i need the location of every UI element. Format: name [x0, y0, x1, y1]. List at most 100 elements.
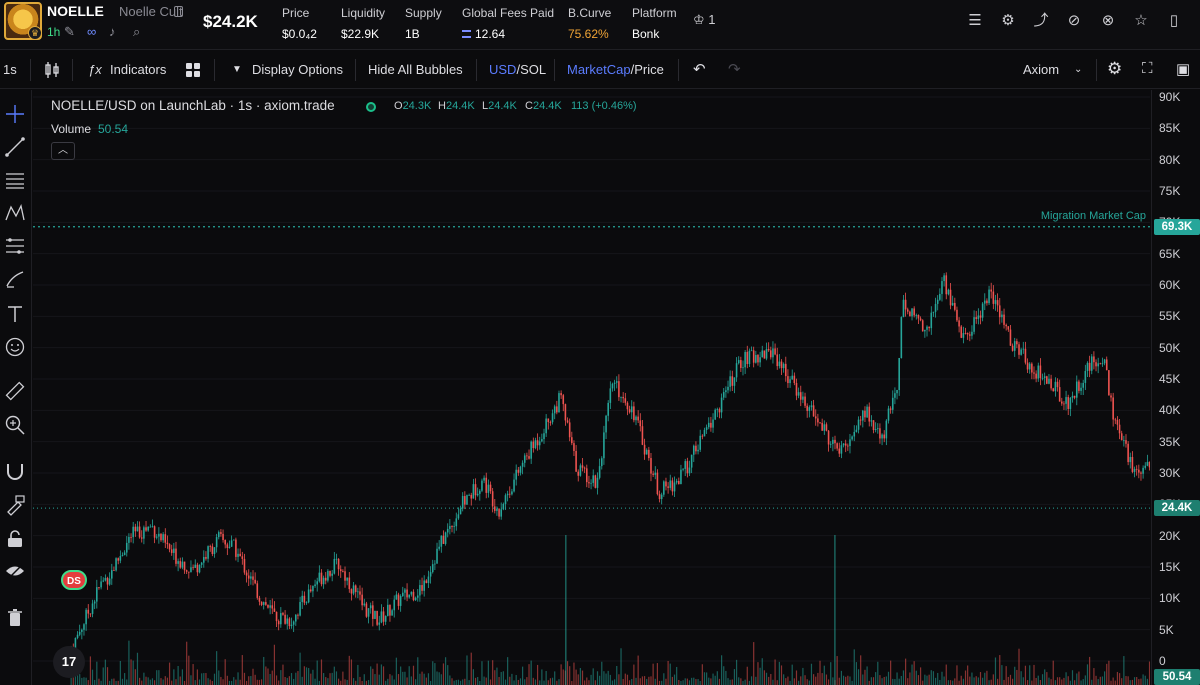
candle-body: [628, 409, 631, 413]
value-toggle[interactable]: MarketCap/Price: [567, 62, 664, 77]
undo-icon[interactable]: ↶: [693, 60, 706, 78]
volume-bar: [464, 678, 466, 685]
redo-icon[interactable]: ↷: [728, 60, 741, 78]
volume-bar: [579, 668, 581, 685]
volume-bar: [1129, 680, 1131, 685]
collapse-legend-button[interactable]: ︿: [51, 142, 75, 160]
volume-bar: [1093, 668, 1095, 685]
candle-body: [894, 393, 896, 398]
hide-icon[interactable]: ⊗: [1099, 12, 1117, 30]
price-axis[interactable]: 90K85K80K75K70K65K60K55K50K45K40K35K30K2…: [1151, 90, 1200, 685]
prediction-icon[interactable]: [4, 235, 26, 257]
volume-bar: [504, 679, 507, 685]
price-option[interactable]: /Price: [631, 62, 664, 77]
chef-hat-icon[interactable]: ✎: [64, 25, 75, 39]
text-icon[interactable]: [4, 303, 26, 325]
dev-sell-badge[interactable]: DS: [61, 570, 87, 590]
tradingview-logo[interactable]: 17: [53, 646, 85, 678]
candle-body: [200, 562, 203, 565]
toolbar-divider: [1096, 59, 1097, 81]
chart-canvas[interactable]: [33, 90, 1150, 685]
gear-icon[interactable]: ⚙: [999, 12, 1017, 30]
display-options-button[interactable]: Display Options: [252, 62, 343, 77]
candle-body: [643, 444, 646, 455]
share-icon[interactable]: ⤴: [1032, 12, 1050, 30]
tiktok-icon[interactable]: ♪: [109, 25, 116, 39]
candle-body: [164, 534, 167, 543]
zoom-in-icon[interactable]: [4, 414, 26, 436]
fullscreen-icon[interactable]: ⛶: [1142, 60, 1153, 77]
marketcap-option[interactable]: MarketCap: [567, 62, 631, 77]
volume-bar: [543, 680, 545, 685]
axis-tick: 0: [1159, 654, 1166, 668]
caret-down-icon[interactable]: ▼: [232, 64, 242, 75]
star-icon[interactable]: ☆: [1132, 12, 1150, 30]
candle-body: [911, 308, 913, 317]
list-check-icon[interactable]: ☰: [966, 12, 984, 30]
crosshair-icon[interactable]: [4, 103, 26, 125]
candle-body: [239, 553, 241, 557]
candle-body: [181, 561, 184, 568]
usd-option[interactable]: USD: [489, 62, 516, 77]
hide-drawings-icon[interactable]: [4, 560, 26, 582]
brush-icon[interactable]: [4, 268, 26, 290]
candle-body: [829, 443, 832, 445]
ruler-icon[interactable]: [4, 380, 26, 402]
volume-bar: [774, 659, 776, 685]
candle-type-icon[interactable]: [43, 61, 61, 79]
candle-body: [119, 555, 122, 561]
indicators-button[interactable]: Indicators: [110, 62, 166, 77]
volume-bar: [432, 661, 434, 685]
trash-icon[interactable]: [4, 607, 26, 629]
trend-line-icon[interactable]: [4, 136, 26, 158]
emoji-icon[interactable]: [4, 336, 26, 358]
volume-bar: [1041, 674, 1044, 685]
search-icon[interactable]: ⌕: [133, 25, 140, 39]
last-price-tag: 24.4K: [1154, 500, 1200, 517]
fib-retracement-icon[interactable]: [4, 169, 26, 191]
hide-bubbles-button[interactable]: Hide All Bubbles: [368, 62, 463, 77]
camera-icon[interactable]: ▣: [1176, 60, 1190, 78]
volume-bar: [412, 665, 415, 685]
chevron-down-icon[interactable]: ⌄: [1074, 64, 1082, 75]
sol-option[interactable]: /SOL: [516, 62, 546, 77]
candle-body: [342, 571, 344, 572]
candle-body: [703, 429, 706, 437]
candle-body: [517, 469, 520, 473]
candle-body: [699, 435, 702, 450]
candle-body: [866, 406, 868, 418]
chart-toolbar: 1s ƒx Indicators ▼ Display Options Hide …: [0, 51, 1200, 89]
layouts-icon[interactable]: [186, 63, 200, 77]
candle-body: [93, 601, 96, 604]
settings-icon[interactable]: ⚙: [1107, 59, 1122, 79]
pattern-icon[interactable]: [4, 202, 26, 224]
candle-body: [954, 302, 956, 310]
volume-bar: [571, 680, 573, 685]
candle-body: [361, 594, 363, 606]
volume-bar: [295, 672, 297, 685]
volume-bar: [536, 664, 539, 685]
candle-body: [502, 503, 505, 510]
interval-select[interactable]: 1s: [3, 62, 17, 77]
volume-bar: [761, 658, 763, 685]
bookmark-icon[interactable]: ▯: [1165, 12, 1183, 30]
source-select[interactable]: Axiom: [1023, 62, 1059, 77]
magnet-icon[interactable]: [4, 460, 26, 482]
volume-bar: [455, 679, 457, 685]
candle-body: [1108, 370, 1110, 396]
community-icon[interactable]: ∞: [87, 25, 96, 39]
currency-toggle[interactable]: USD/SOL: [489, 62, 546, 77]
price-chart[interactable]: NOELLE/USD on LaunchLab · 1s · axiom.tra…: [33, 90, 1150, 685]
volume-bar: [1046, 672, 1048, 685]
candle-body: [481, 480, 483, 491]
lock-icon[interactable]: [4, 528, 26, 550]
copy-icon[interactable]: [174, 6, 183, 17]
volume-bar: [363, 674, 365, 685]
candle-body: [89, 613, 92, 615]
eye-off-icon[interactable]: ⊘: [1065, 12, 1083, 30]
lock-drawing-icon[interactable]: [4, 494, 26, 516]
volume-bar: [1001, 665, 1003, 685]
volume-bar: [258, 679, 261, 685]
crown-counter[interactable]: ♔ 1: [693, 12, 716, 28]
candle-body: [795, 382, 798, 396]
